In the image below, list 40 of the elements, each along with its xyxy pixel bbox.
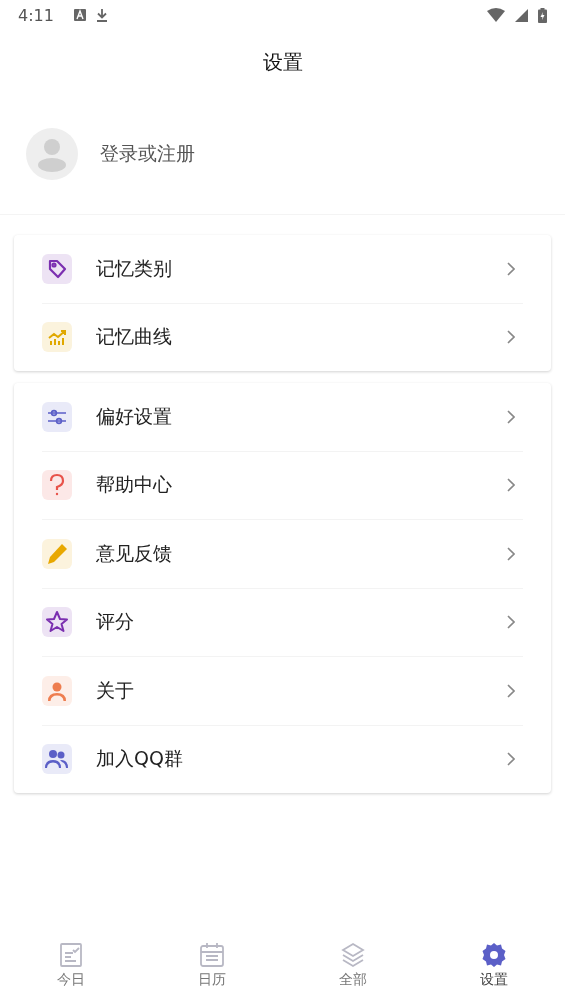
checklist-icon bbox=[57, 942, 84, 968]
chevron-icon bbox=[507, 546, 515, 561]
people-icon bbox=[42, 744, 72, 775]
settings-row[interactable]: 加入QQ群 bbox=[42, 725, 523, 793]
signal-icon bbox=[515, 8, 528, 22]
person-icon bbox=[42, 675, 72, 706]
pencil-icon bbox=[42, 538, 72, 569]
settings-row[interactable]: 评分 bbox=[42, 588, 523, 657]
nav-tab[interactable]: 设置 bbox=[423, 940, 565, 1004]
download-icon bbox=[95, 8, 108, 22]
chevron-icon bbox=[507, 261, 515, 276]
settings-row[interactable]: 意见反馈 bbox=[42, 520, 523, 589]
tag-icon bbox=[42, 253, 72, 284]
layers-icon bbox=[340, 942, 367, 968]
settings-row[interactable]: 记忆曲线 bbox=[42, 303, 523, 371]
battery-icon bbox=[538, 7, 547, 23]
chevron-icon bbox=[507, 683, 515, 698]
settings-icon bbox=[481, 942, 508, 968]
login-link[interactable]: 登录或注册 bbox=[100, 141, 195, 167]
chevron-icon bbox=[507, 478, 515, 493]
settings-row[interactable]: 记忆类别 bbox=[42, 235, 523, 304]
wifi-icon bbox=[487, 8, 505, 22]
nav-tab[interactable]: 今日 bbox=[0, 940, 142, 1004]
status-time: 4:11 bbox=[18, 5, 54, 25]
question-icon bbox=[42, 470, 72, 501]
keyboard-icon bbox=[73, 9, 86, 21]
settings-row[interactable]: 偏好设置 bbox=[42, 383, 523, 452]
page-title: 设置 bbox=[262, 48, 303, 76]
settings-row[interactable]: 关于 bbox=[42, 657, 523, 726]
nav-tab[interactable]: 全部 bbox=[282, 940, 424, 1004]
chevron-icon bbox=[507, 409, 515, 424]
avatar-icon[interactable] bbox=[26, 128, 78, 180]
chart-icon bbox=[42, 322, 72, 353]
calendar-icon bbox=[198, 942, 225, 968]
chevron-icon bbox=[507, 752, 515, 767]
settings-row[interactable]: 帮助中心 bbox=[42, 451, 523, 520]
sliders-icon bbox=[42, 401, 72, 432]
chevron-icon bbox=[507, 330, 515, 345]
chevron-icon bbox=[507, 615, 515, 630]
nav-tab[interactable]: 日历 bbox=[141, 940, 283, 1004]
